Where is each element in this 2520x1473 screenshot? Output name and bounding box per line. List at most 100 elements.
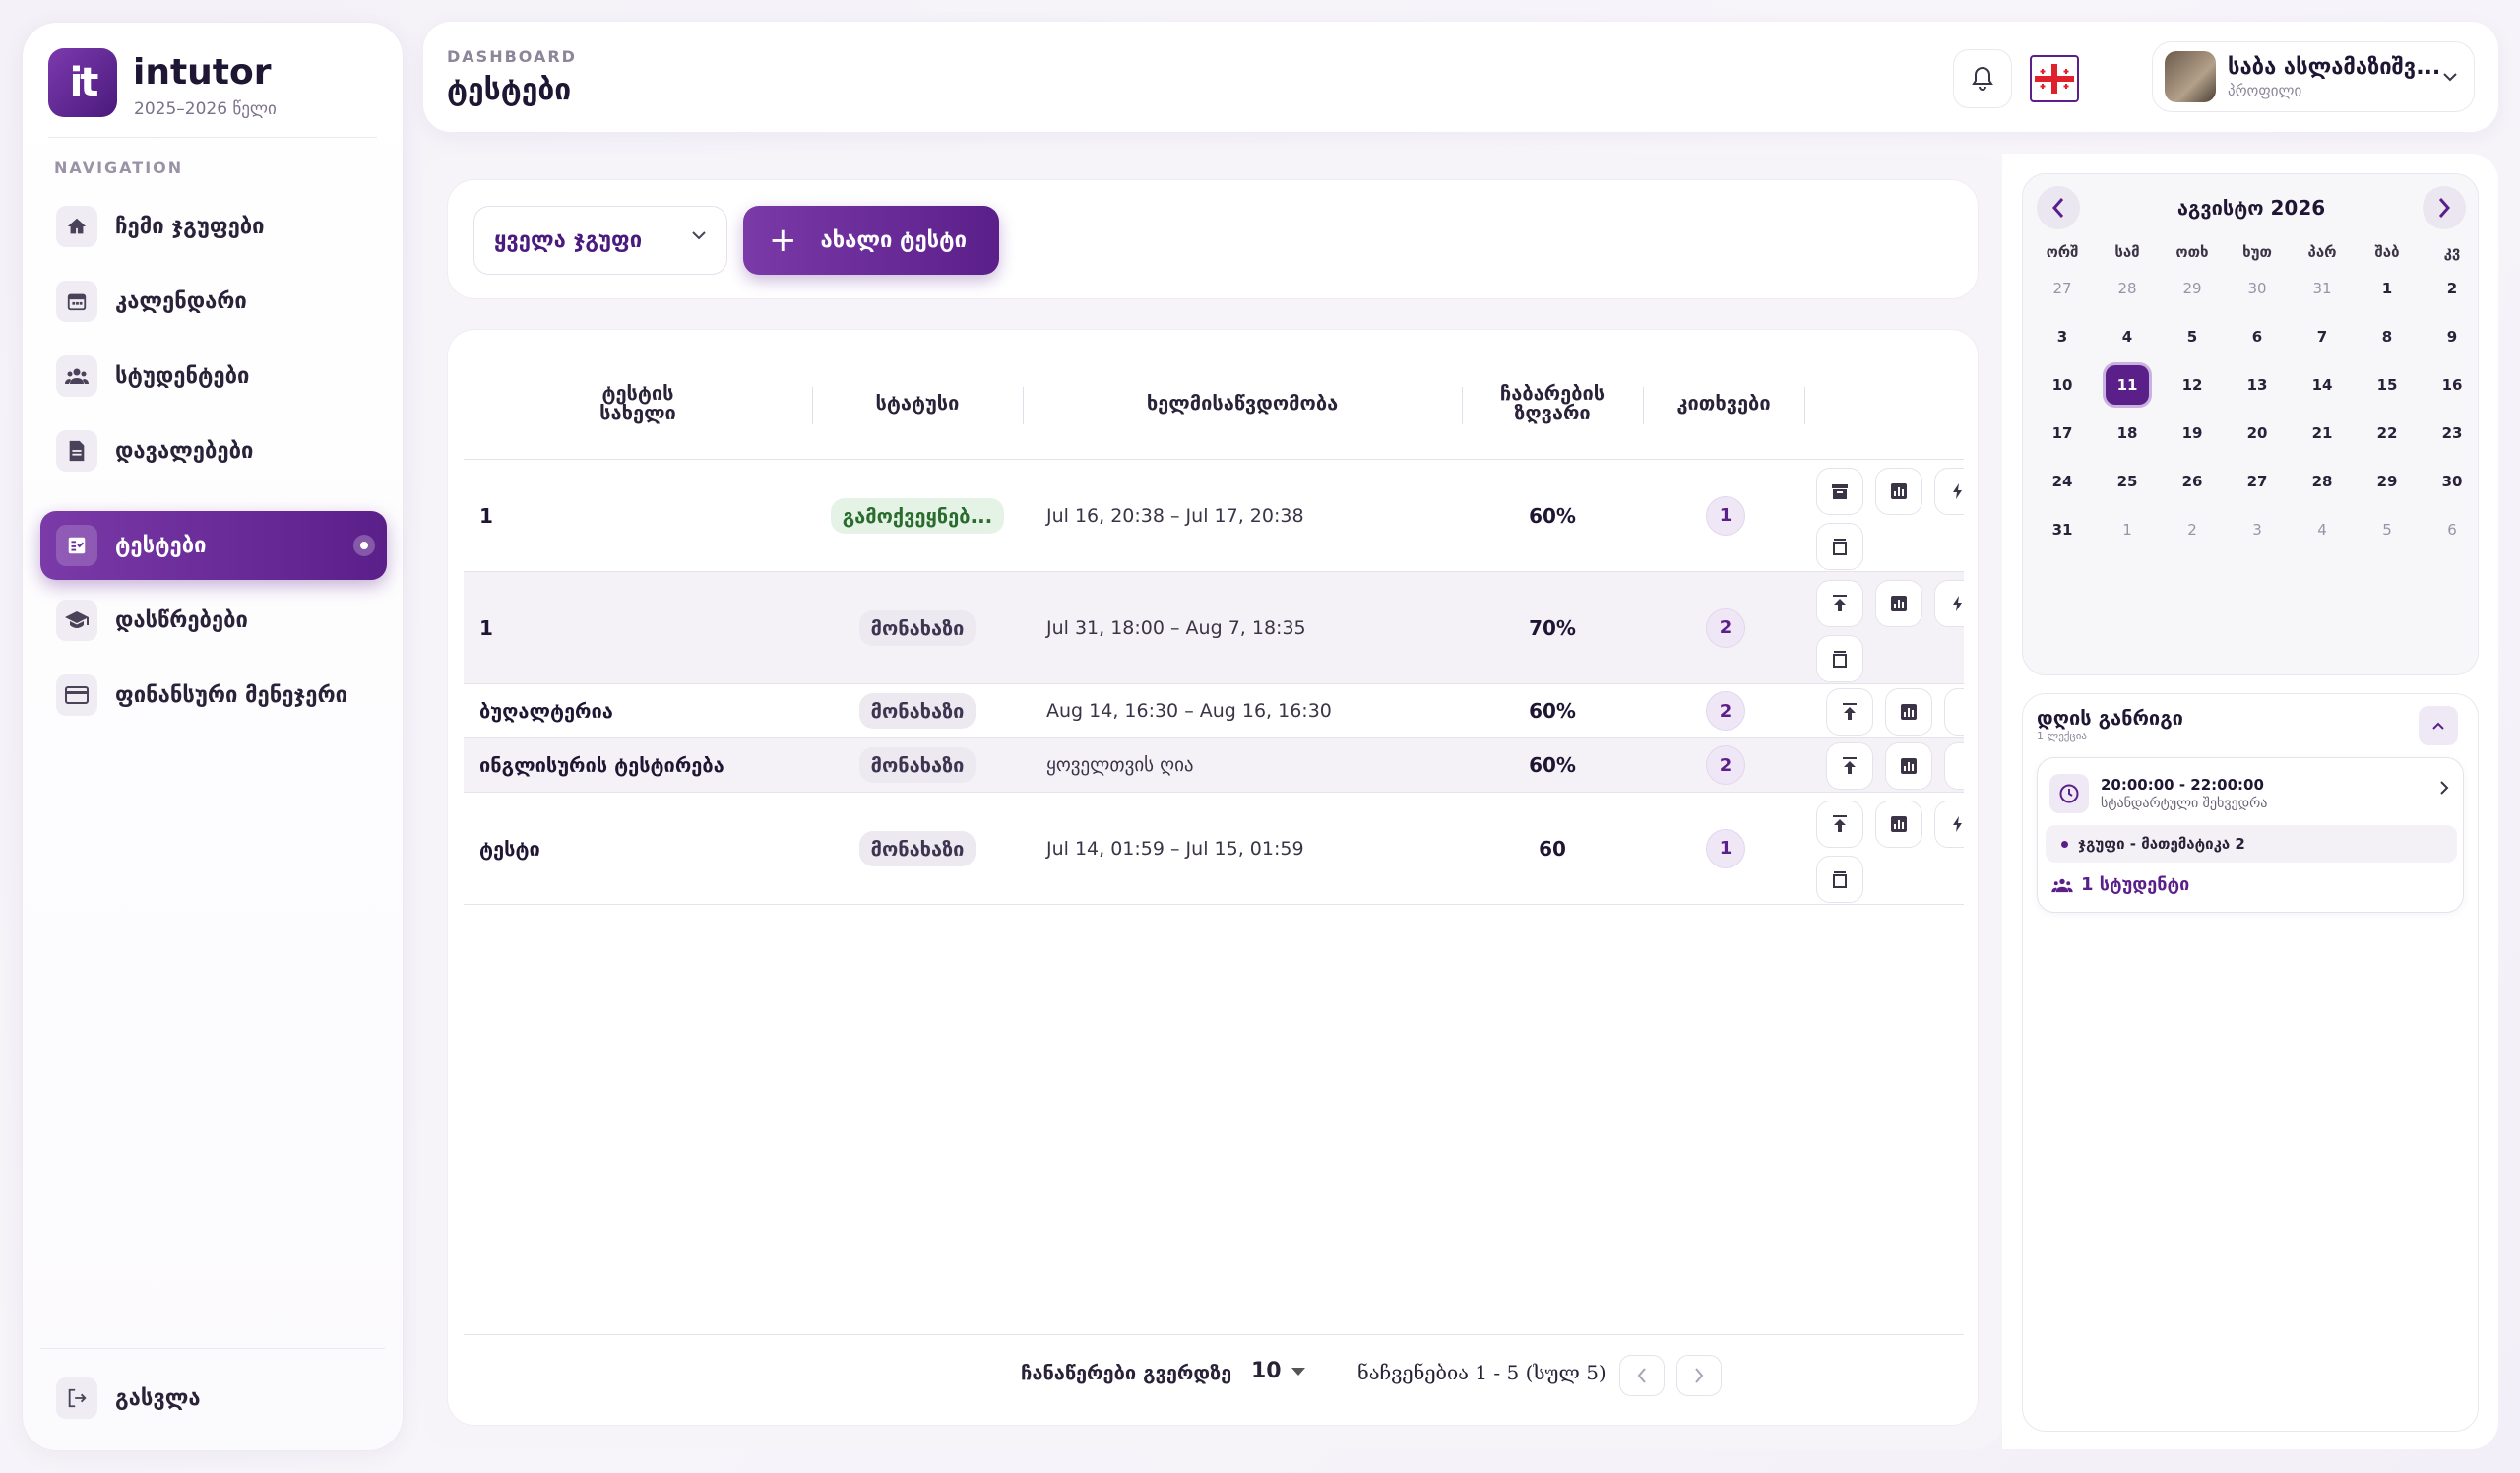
day-overview: დღის განრიგი 1 ლექცია 20:00:00 - 22:00:0… — [2022, 693, 2479, 1432]
chevron-down-icon — [2443, 73, 2457, 82]
calendar-day[interactable]: 21 — [2293, 414, 2352, 453]
logo[interactable]: it — [48, 48, 117, 117]
event-card[interactable]: 20:00:00 - 22:00:00 სტანდარტული შეხვედრა… — [2037, 757, 2464, 913]
status-cell: მონახაზი — [812, 738, 1023, 792]
sidebar-item-attendance[interactable]: დასწრებები — [40, 586, 387, 655]
column-header-threshold[interactable]: ჩაბარების ზღვარი — [1462, 346, 1643, 460]
more-actions-button[interactable] — [1934, 468, 1964, 515]
results-button[interactable] — [1875, 468, 1922, 515]
calendar-day[interactable]: 5 — [2163, 317, 2222, 356]
weekday-label: ორშ — [2046, 243, 2079, 261]
calendar-day[interactable]: 31 — [2293, 269, 2352, 308]
calendar-day[interactable]: 27 — [2033, 269, 2092, 308]
calendar-day[interactable]: 16 — [2423, 365, 2482, 405]
column-header-name[interactable]: ტესტის სახელი — [464, 346, 812, 460]
sidebar-item-assignments[interactable]: დავალებები — [40, 416, 387, 485]
more-actions-button[interactable] — [1944, 688, 1964, 736]
delete-button[interactable] — [1816, 523, 1863, 570]
next-month-button[interactable] — [2423, 186, 2466, 229]
calendar-day[interactable]: 1 — [2098, 510, 2157, 549]
language-button[interactable] — [2030, 55, 2079, 102]
calendar-day[interactable]: 4 — [2293, 510, 2352, 549]
calendar-day[interactable]: 22 — [2358, 414, 2417, 453]
column-header-status[interactable]: სტატუსი — [812, 346, 1023, 460]
delete-button[interactable] — [1816, 856, 1863, 903]
table-row[interactable]: 1 გამოქვეყნებ... Jul 16, 20:38 – Jul 17,… — [464, 460, 1964, 572]
calendar-day[interactable]: 6 — [2423, 510, 2482, 549]
publish-button[interactable] — [1816, 580, 1863, 627]
calendar-day[interactable]: 6 — [2228, 317, 2287, 356]
calendar-day[interactable]: 12 — [2163, 365, 2222, 405]
calendar-day[interactable]: 30 — [2228, 269, 2287, 308]
table-row[interactable]: ინგლისურის ტესტირება მონახაზი ყოველთვის … — [464, 738, 1964, 793]
sidebar-item-finance[interactable]: ფინანსური მენეჯერი — [40, 661, 387, 730]
calendar-day[interactable]: 28 — [2293, 462, 2352, 501]
collapse-button[interactable] — [2419, 706, 2458, 745]
calendar-day[interactable]: 2 — [2163, 510, 2222, 549]
more-actions-button[interactable] — [1944, 742, 1964, 790]
header: DASHBOARD ტესტები საბა ასლამაზიშვ... პრო… — [423, 22, 2498, 132]
calendar-day[interactable]: 17 — [2033, 414, 2092, 453]
calendar-day[interactable]: 9 — [2423, 317, 2482, 356]
weekday-label: შაბ — [2374, 243, 2400, 261]
logout-button[interactable]: გასვლა — [40, 1364, 387, 1433]
results-button[interactable] — [1885, 742, 1932, 790]
calendar-day[interactable]: 24 — [2033, 462, 2092, 501]
archive-icon — [1832, 484, 1848, 499]
archive-button[interactable] — [1816, 468, 1863, 515]
calendar-day[interactable]: 26 — [2163, 462, 2222, 501]
tests-table: ტესტის სახელი სტატუსი ხელმისაწვდომობა ჩა… — [464, 346, 1964, 1411]
calendar-day[interactable]: 18 — [2098, 414, 2157, 453]
new-test-button[interactable]: + ახალი ტესტი — [743, 206, 999, 275]
calendar-day[interactable]: 3 — [2228, 510, 2287, 549]
calendar-day[interactable]: 10 — [2033, 365, 2092, 405]
sidebar-item-my-groups[interactable]: ჩემი ჯგუფები — [40, 192, 387, 261]
table-row[interactable]: 1 მონახაზი Jul 31, 18:00 – Aug 7, 18:35 … — [464, 572, 1964, 684]
calendar-day[interactable]: 23 — [2423, 414, 2482, 453]
calendar-day[interactable]: 3 — [2033, 317, 2092, 356]
calendar-day[interactable]: 1 — [2358, 269, 2417, 308]
calendar-day[interactable]: 28 — [2098, 269, 2157, 308]
profile-menu[interactable]: საბა ასლამაზიშვ... პროფილი — [2152, 41, 2475, 112]
calendar-day[interactable]: 14 — [2293, 365, 2352, 405]
calendar-day[interactable]: 4 — [2098, 317, 2157, 356]
calendar-day[interactable]: 29 — [2163, 269, 2222, 308]
calendar-day[interactable]: 7 — [2293, 317, 2352, 356]
calendar-day[interactable]: 31 — [2033, 510, 2092, 549]
previous-page-button[interactable] — [1619, 1355, 1665, 1396]
next-page-button[interactable] — [1676, 1355, 1722, 1396]
calendar-day-selected[interactable]: 11 — [2098, 365, 2157, 405]
calendar-day[interactable]: 27 — [2228, 462, 2287, 501]
quiz-icon — [56, 525, 97, 566]
calendar-day[interactable]: 29 — [2358, 462, 2417, 501]
column-header-availability[interactable]: ხელმისაწვდომობა — [1023, 346, 1462, 460]
results-button[interactable] — [1875, 801, 1922, 848]
sidebar-item-tests[interactable]: ტესტები — [40, 511, 387, 580]
calendar-day[interactable]: 2 — [2423, 269, 2482, 308]
table-row[interactable]: ტესტი მონახაზი Jul 14, 01:59 – Jul 15, 0… — [464, 793, 1964, 905]
rows-per-page-select[interactable]: 10 — [1251, 1359, 1305, 1383]
calendar-day[interactable]: 20 — [2228, 414, 2287, 453]
event-students[interactable]: 1 სტუდენტი — [2051, 874, 2189, 895]
notifications-button[interactable] — [1953, 49, 2012, 108]
calendar-day[interactable]: 13 — [2228, 365, 2287, 405]
column-header-questions[interactable]: კითხვები — [1643, 346, 1804, 460]
table-row[interactable]: ბუღალტერია მონახაზი Aug 14, 16:30 – Aug … — [464, 684, 1964, 738]
sidebar-item-calendar[interactable]: კალენდარი — [40, 267, 387, 336]
group-filter-select[interactable]: ყველა ჯგუფი — [473, 206, 727, 275]
publish-button[interactable] — [1826, 742, 1873, 790]
results-button[interactable] — [1875, 580, 1922, 627]
publish-button[interactable] — [1826, 688, 1873, 736]
delete-button[interactable] — [1816, 635, 1863, 682]
sidebar-item-students[interactable]: სტუდენტები — [40, 342, 387, 411]
more-actions-button[interactable] — [1934, 801, 1964, 848]
results-button[interactable] — [1885, 688, 1932, 736]
calendar-day[interactable]: 19 — [2163, 414, 2222, 453]
calendar-day[interactable]: 5 — [2358, 510, 2417, 549]
calendar-day[interactable]: 8 — [2358, 317, 2417, 356]
publish-button[interactable] — [1816, 801, 1863, 848]
more-actions-button[interactable] — [1934, 580, 1964, 627]
calendar-day[interactable]: 30 — [2423, 462, 2482, 501]
calendar-day[interactable]: 15 — [2358, 365, 2417, 405]
calendar-day[interactable]: 25 — [2098, 462, 2157, 501]
